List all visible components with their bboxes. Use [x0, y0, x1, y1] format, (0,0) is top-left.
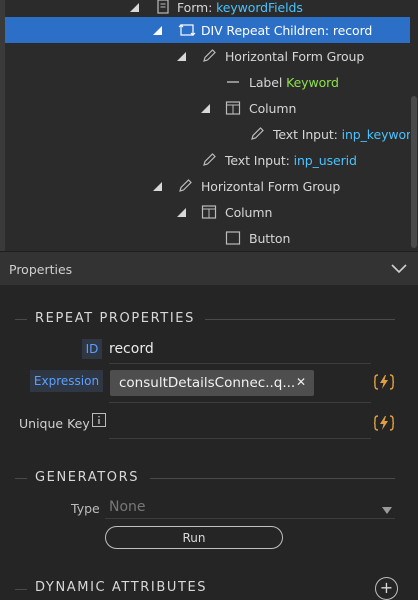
- tree-item-label: Column: [249, 101, 297, 116]
- tree-item-text: Text Input:: [273, 127, 342, 142]
- type-select[interactable]: None: [109, 499, 146, 515]
- run-button[interactable]: Run: [105, 526, 283, 549]
- tree-scrollbar[interactable]: [410, 0, 418, 251]
- tree-item-label: Text Input: inp_userid: [225, 153, 357, 168]
- tree-item-text: Form:: [177, 0, 217, 15]
- expand-triangle-icon[interactable]: [201, 104, 210, 113]
- label-icon: [225, 74, 241, 90]
- chevron-down-icon[interactable]: [391, 263, 407, 277]
- pencil-icon: [201, 152, 217, 168]
- pencil-icon: [201, 48, 217, 64]
- pencil-icon: [177, 178, 193, 194]
- type-label: Type: [71, 501, 100, 516]
- tree-item-label: Horizontal Form Group: [225, 49, 365, 64]
- panel-title: Properties: [9, 262, 73, 277]
- tree-item-label: Form: keywordFields: [177, 0, 303, 15]
- section-rule: [15, 319, 27, 320]
- column-icon: [201, 204, 217, 220]
- tree-item-label-keyword[interactable]: Label Keyword: [5, 69, 410, 95]
- section-title-dynamic-attributes: DYNAMIC ATTRIBUTES: [35, 580, 208, 595]
- tree-item-label: Text Input: inp_keyword: [273, 127, 418, 142]
- section-title-generators: GENERATORS: [35, 470, 140, 485]
- properties-panel-header[interactable]: Properties: [0, 251, 418, 286]
- close-icon[interactable]: ✕: [296, 375, 306, 389]
- scrollbar-thumb[interactable]: [411, 96, 417, 248]
- tree-item-text: Text Input:: [225, 153, 294, 168]
- expand-triangle-icon[interactable]: [130, 3, 139, 12]
- column-icon: [225, 100, 241, 116]
- tree-item-value: inp_keyword: [341, 127, 418, 142]
- structure-tree: Form: keywordFields DIV Repeat Children:…: [0, 0, 418, 251]
- section-rule: [15, 478, 27, 479]
- id-field-underline: [109, 363, 371, 364]
- tree-item-horizontal-form-group-2[interactable]: Horizontal Form Group: [5, 173, 410, 199]
- tree-item-label: Column: [225, 205, 273, 220]
- tree-item-value: keywordFields: [216, 0, 303, 15]
- tree-item-label: Horizontal Form Group: [201, 179, 341, 194]
- expand-triangle-icon[interactable]: [177, 208, 186, 217]
- type-select-underline: [105, 518, 395, 519]
- tree-item-text-input-keyword[interactable]: Text Input: inp_keyword: [5, 121, 418, 147]
- expression-label: Expression: [30, 370, 103, 392]
- repeat-icon: [178, 22, 196, 38]
- tree-item-column[interactable]: Column: [5, 95, 410, 121]
- tree-item-label: Label Keyword: [249, 75, 339, 90]
- expand-triangle-icon[interactable]: [177, 52, 186, 61]
- tree-item-button[interactable]: Button: [5, 225, 410, 251]
- tree-item-text-input-userid[interactable]: Text Input: inp_userid: [5, 147, 410, 173]
- unique-key-label: Unique Key: [19, 416, 90, 431]
- unique-key-field[interactable]: [109, 438, 371, 439]
- tree-item-value: Keyword: [286, 75, 339, 90]
- tree-item-value: inp_userid: [293, 153, 357, 168]
- expression-underline: [109, 402, 371, 403]
- tree-item-label: DIV Repeat Children: record: [201, 23, 373, 38]
- tree-item-horizontal-form-group[interactable]: Horizontal Form Group: [5, 43, 410, 69]
- info-icon[interactable]: [92, 413, 106, 430]
- tree-item-div-repeat[interactable]: DIV Repeat Children: record: [5, 17, 410, 43]
- id-field[interactable]: record: [109, 341, 154, 357]
- section-rule: [205, 319, 395, 320]
- properties-panel: REPEAT PROPERTIES ID record Expression c…: [0, 285, 418, 600]
- expand-triangle-icon[interactable]: [153, 182, 162, 191]
- dynamic-data-icon[interactable]: [373, 373, 395, 391]
- expand-triangle-icon[interactable]: [153, 26, 162, 35]
- expression-chip[interactable]: consultDetailsConnec..q... ✕: [110, 370, 314, 396]
- add-icon[interactable]: +: [375, 577, 398, 600]
- button-icon: [225, 230, 241, 246]
- section-rule: [150, 478, 395, 479]
- dropdown-caret-icon[interactable]: [382, 503, 392, 517]
- form-icon: [155, 0, 171, 15]
- tree-item-label: Button: [249, 231, 291, 246]
- tree-item-column-2[interactable]: Column: [5, 199, 410, 225]
- dynamic-data-icon[interactable]: [373, 414, 395, 432]
- section-title-repeat: REPEAT PROPERTIES: [35, 311, 195, 326]
- section-rule: [15, 589, 27, 590]
- expression-value: consultDetailsConnec..q...: [119, 375, 296, 391]
- pencil-icon: [249, 126, 265, 142]
- id-label: ID: [82, 339, 102, 359]
- tree-item-text: Label: [249, 75, 287, 90]
